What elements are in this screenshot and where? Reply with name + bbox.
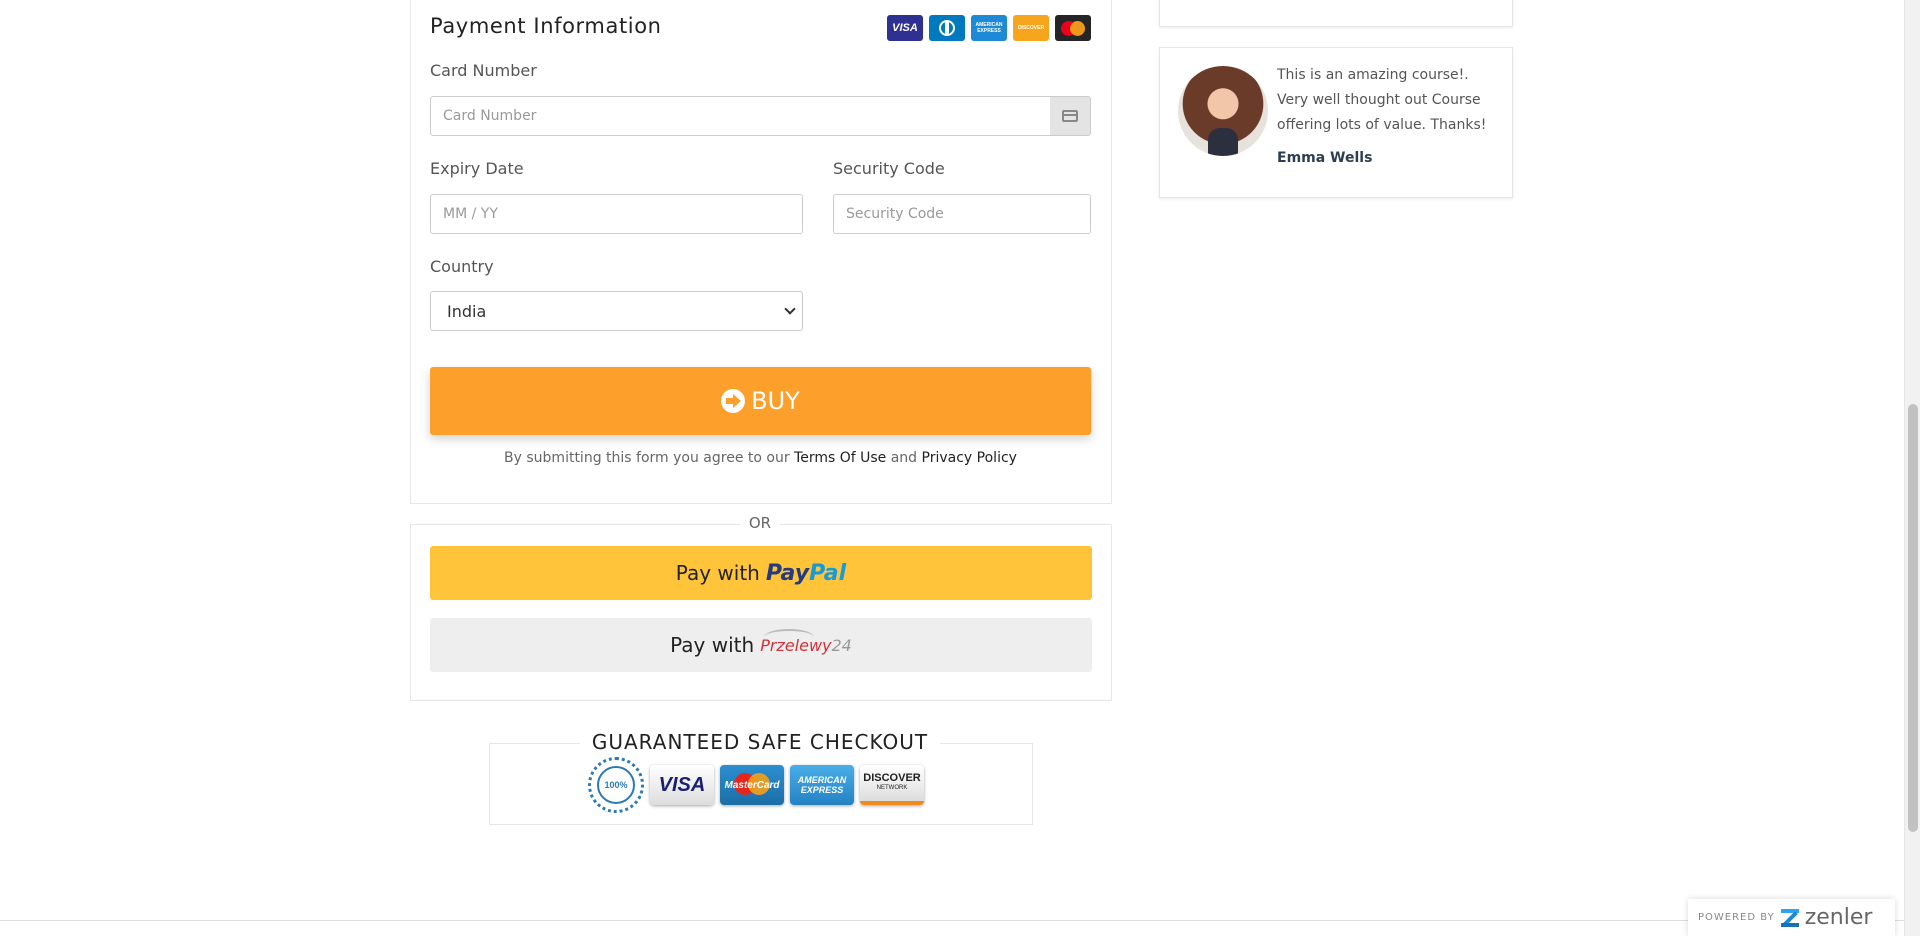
paypal-prefix: Pay with [675, 561, 760, 585]
or-divider: OR [740, 514, 780, 532]
terms-link[interactable]: Terms Of Use [794, 450, 886, 466]
card-addon [1050, 96, 1091, 136]
sidebar-card-top [1159, 0, 1513, 27]
expiry-input[interactable]: MM / YY [430, 194, 803, 234]
testimonial-author: Emma Wells [1277, 150, 1373, 166]
diners-icon [929, 15, 965, 41]
powered-by-badge[interactable]: POWERED BY zenler [1688, 899, 1895, 936]
discover-badge-icon: DISCOVER NETWORK [860, 765, 924, 805]
scrollbar-thumb[interactable] [1908, 404, 1918, 832]
satisfaction-seal-icon: 100% [588, 757, 644, 813]
przelewy24-button[interactable]: Pay with Przelewy24 [430, 618, 1092, 672]
przelewy24-logo: Przelewy24 [760, 628, 852, 655]
footer-divider [0, 920, 1904, 921]
country-select[interactable]: India [430, 291, 803, 331]
mastercard-badge-icon: MasterCard [720, 765, 784, 805]
terms-notice: By submitting this form you agree to our… [430, 450, 1091, 466]
amex-badge-icon: AMERICAN EXPRESS [790, 765, 854, 805]
visa-badge-icon: VISA [650, 765, 714, 805]
credit-card-icon [1062, 110, 1078, 122]
p24-prefix: Pay with [670, 633, 755, 657]
privacy-link[interactable]: Privacy Policy [922, 450, 1017, 466]
paypal-button[interactable]: Pay with PayPal [430, 546, 1092, 600]
buy-button[interactable]: BUY [430, 367, 1091, 435]
security-code-label: Security Code [833, 159, 945, 178]
guarantee-badges: 100% VISA MasterCard AMERICAN EXPRESS DI… [588, 757, 924, 813]
zenler-logo-icon [1780, 908, 1799, 927]
country-label: Country [430, 257, 494, 276]
paypal-logo: PayPal [765, 560, 847, 586]
card-number-input[interactable]: Card Number [430, 96, 1051, 136]
expiry-label: Expiry Date [430, 159, 524, 178]
arrow-right-circle-icon [721, 389, 746, 413]
checkout-page: Payment Information VISA AMERICAN EXPRES… [0, 0, 1920, 936]
discover-icon: DISCOVER [1013, 15, 1049, 41]
buy-label: BUY [751, 387, 800, 415]
security-code-input[interactable]: Security Code [833, 194, 1091, 234]
testimonial-text: This is an amazing course!. Very well th… [1277, 67, 1487, 133]
visa-icon: VISA [887, 15, 923, 41]
amex-icon: AMERICAN EXPRESS [971, 15, 1007, 41]
zenler-brand: zenler [1804, 905, 1873, 930]
page-scrollbar[interactable] [1904, 0, 1920, 936]
terms-prefix: By submitting this form you agree to our [504, 450, 795, 466]
chevron-down-icon [784, 303, 796, 315]
card-number-label: Card Number [430, 61, 537, 80]
powered-by-label: POWERED BY [1698, 912, 1775, 923]
avatar [1178, 66, 1268, 156]
guarantee-title: GUARANTEED SAFE CHECKOUT [580, 730, 940, 754]
accepted-cards: VISA AMERICAN EXPRESS DISCOVER [887, 15, 1091, 41]
country-value: India [447, 301, 487, 321]
payment-title: Payment Information [430, 14, 662, 38]
terms-and: and [886, 450, 922, 466]
mastercard-icon [1055, 15, 1091, 41]
